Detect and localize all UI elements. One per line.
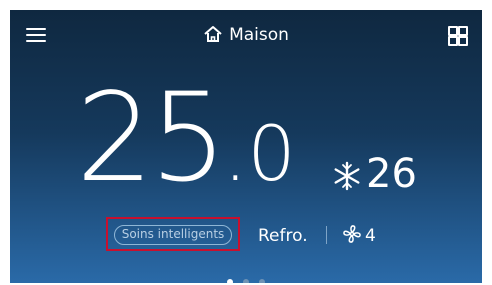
current-temperature: 25.0 bbox=[76, 73, 296, 219]
current-temp-decimal: .0 bbox=[223, 109, 296, 198]
fan-speed[interactable]: 4 bbox=[342, 224, 376, 247]
fan-icon bbox=[343, 225, 361, 243]
smart-care-highlight: Soins intelligents bbox=[106, 217, 240, 251]
page-dot-1[interactable] bbox=[227, 279, 233, 283]
target-temp-value: 26 bbox=[366, 151, 417, 197]
page-title: Maison bbox=[10, 24, 482, 49]
title-text: Maison bbox=[229, 25, 289, 45]
grid-icon[interactable] bbox=[448, 26, 468, 46]
home-icon bbox=[203, 25, 223, 49]
mode-label[interactable]: Refro. bbox=[258, 225, 308, 247]
current-temp-integer: 25 bbox=[76, 67, 227, 209]
snowflake-icon bbox=[334, 161, 360, 191]
fan-speed-value: 4 bbox=[365, 226, 376, 246]
page-dot-3[interactable] bbox=[259, 279, 265, 283]
divider bbox=[326, 226, 327, 244]
target-temperature[interactable]: 26 bbox=[332, 150, 417, 198]
page-indicator bbox=[10, 270, 482, 283]
thermostat-screen: Maison 25.0 26 Soins intelligents Refro. bbox=[10, 10, 482, 283]
page-dot-2[interactable] bbox=[243, 279, 249, 283]
smart-care-button[interactable]: Soins intelligents bbox=[114, 225, 232, 245]
